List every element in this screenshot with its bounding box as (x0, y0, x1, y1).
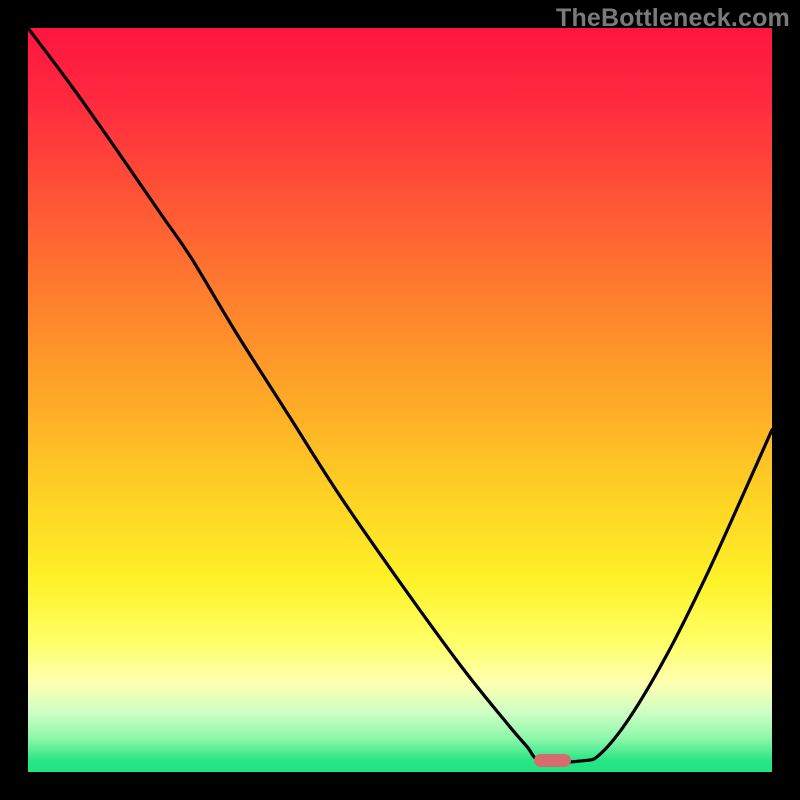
outer-frame: TheBottleneck.com (0, 0, 800, 800)
bottleneck-curve (28, 28, 772, 772)
optimum-marker (534, 754, 571, 767)
plot-area (28, 28, 772, 772)
